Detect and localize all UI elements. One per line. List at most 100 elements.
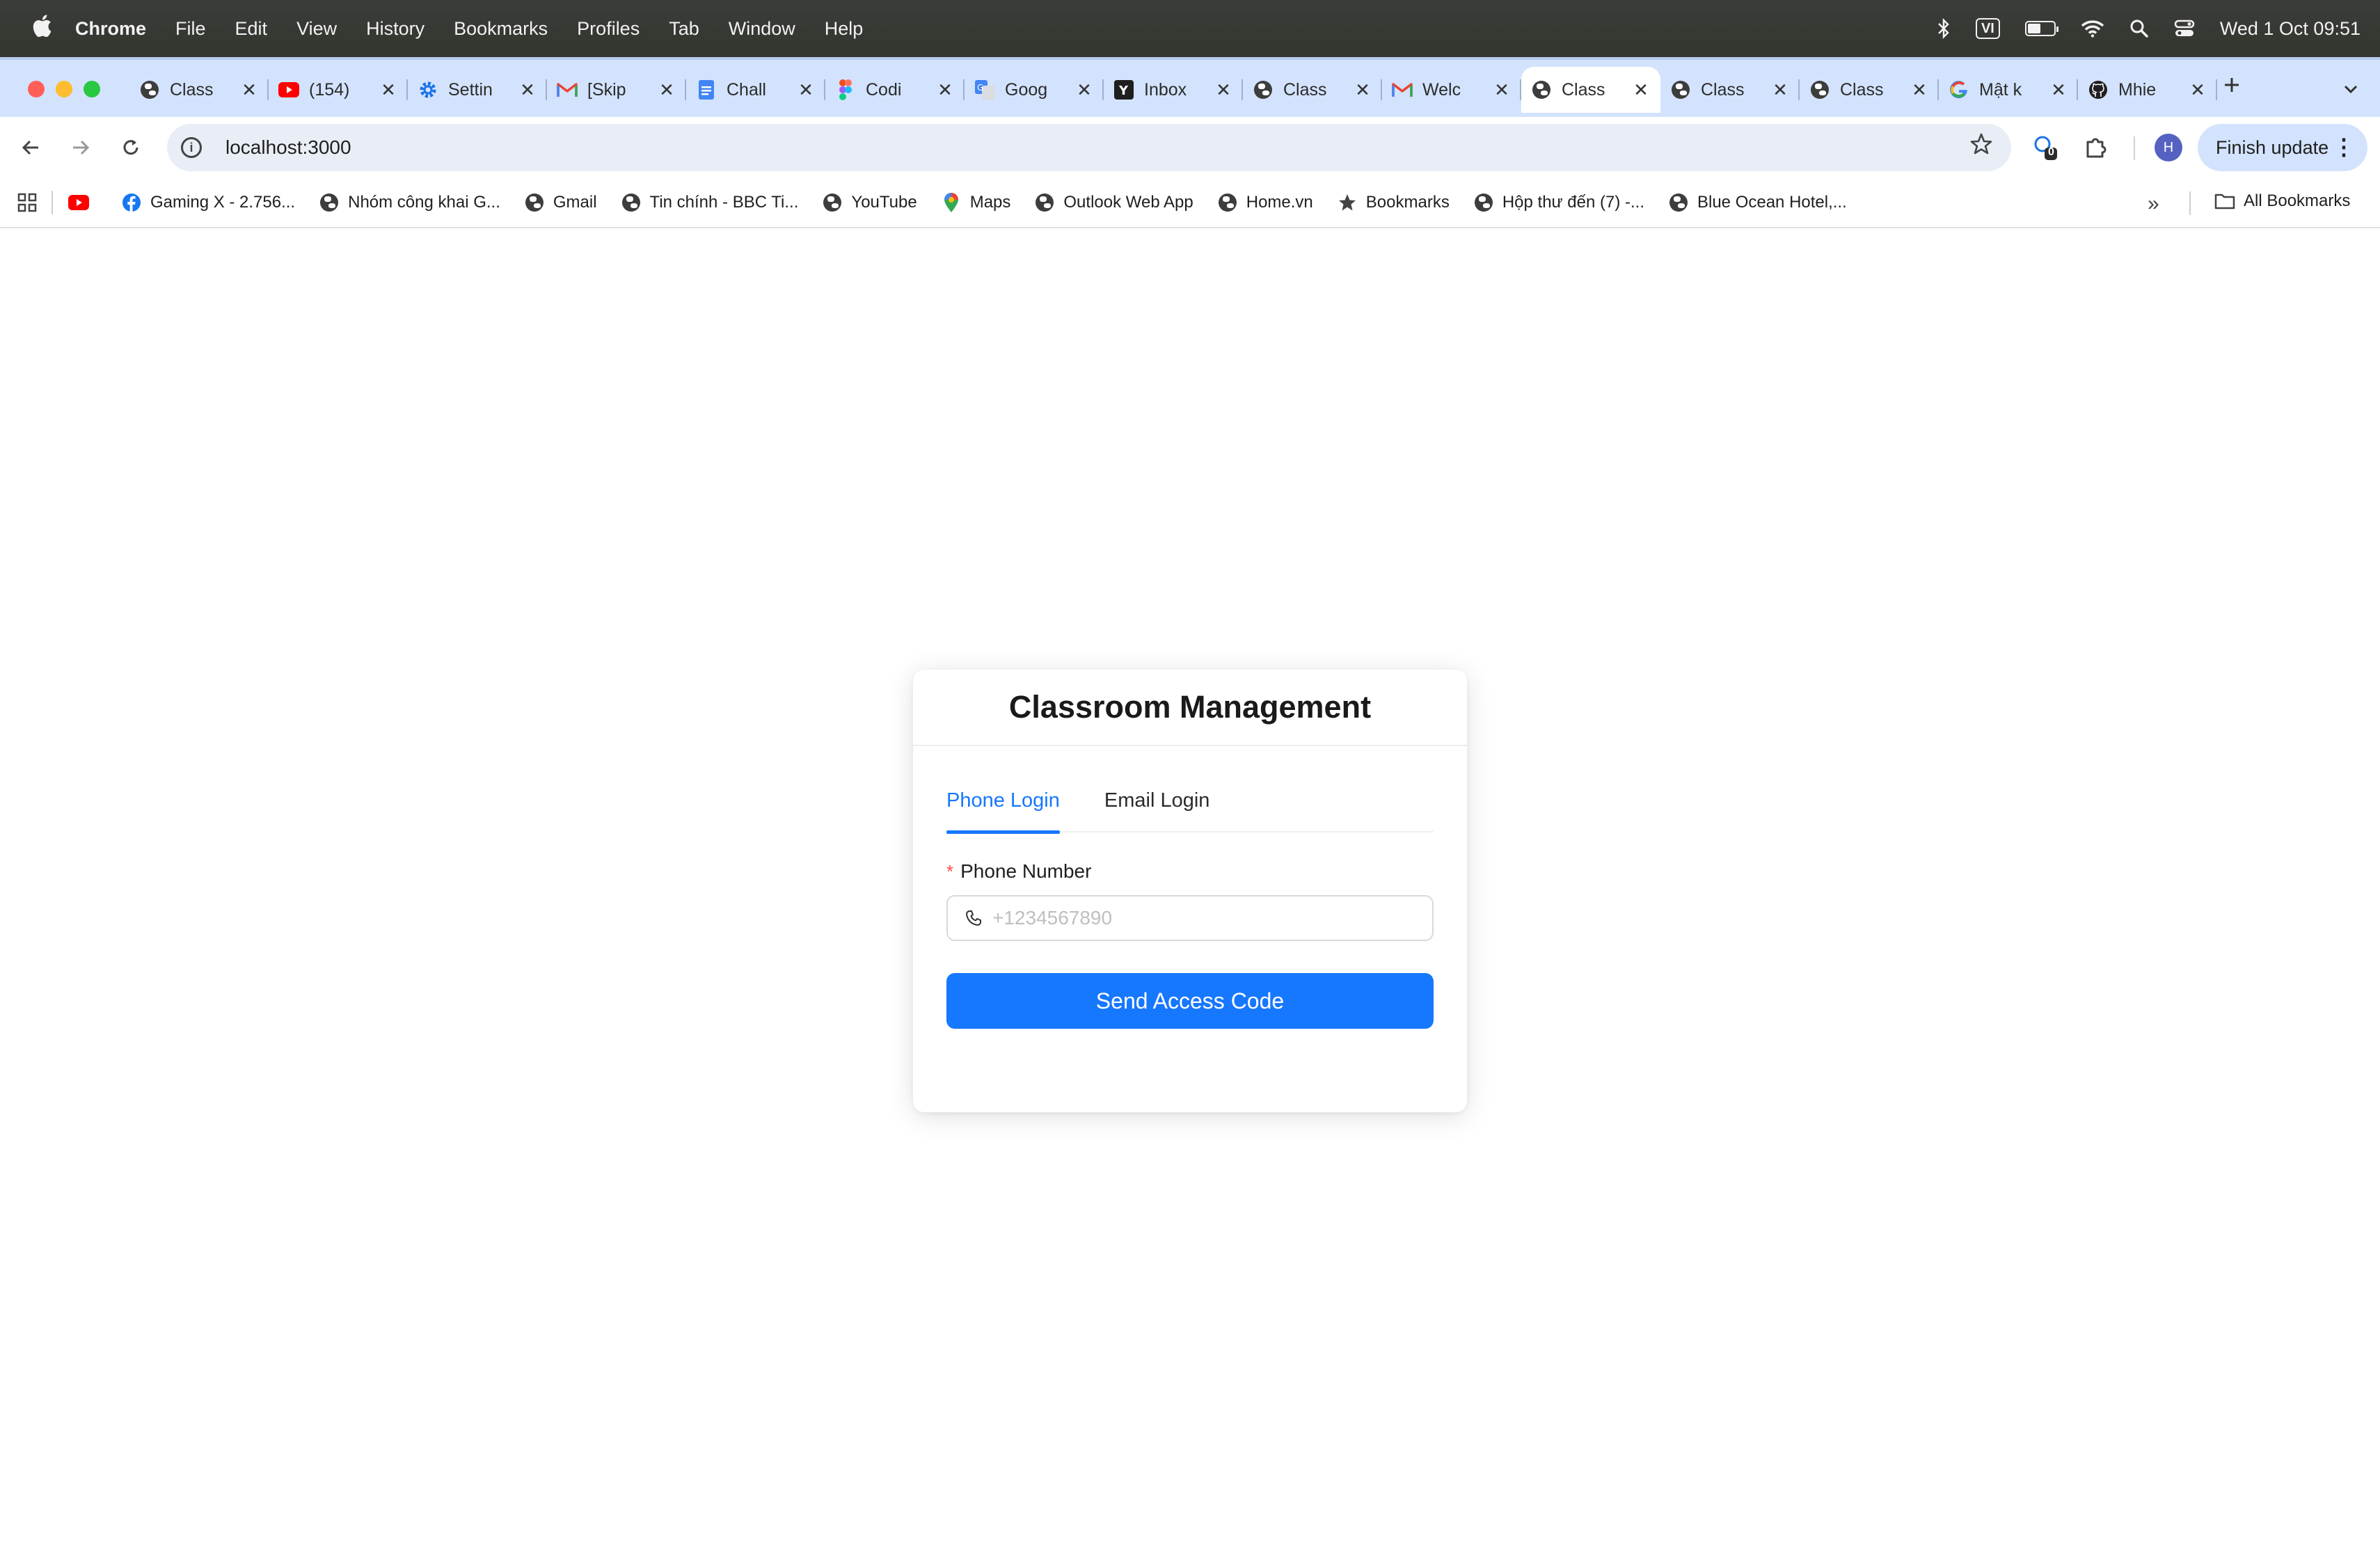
close-tab-icon[interactable]: ✕ (239, 79, 259, 101)
bookmark-star-icon[interactable] (1969, 132, 1993, 163)
apps-grid-icon[interactable] (17, 192, 38, 213)
figma-icon (835, 79, 856, 100)
tab-email-login[interactable]: Email Login (1104, 782, 1210, 832)
bookmark-item[interactable]: Hộp thư đến (7) -... (1473, 192, 1644, 213)
close-tab-icon[interactable]: ✕ (1353, 79, 1372, 101)
tab-search-chevron-icon[interactable] (2337, 75, 2365, 103)
close-tab-icon[interactable]: ✕ (2188, 79, 2207, 101)
battery-icon[interactable] (2024, 21, 2058, 36)
bluetooth-icon[interactable] (1937, 18, 1951, 39)
bookmark-item[interactable]: YouTube (822, 192, 917, 213)
close-tab-icon[interactable]: ✕ (796, 79, 816, 101)
extension-badge-count: 0 (2048, 146, 2054, 158)
menu-history[interactable]: History (366, 18, 425, 40)
input-source-indicator[interactable]: VI (1975, 18, 2000, 39)
browser-tab[interactable]: Chall ✕ (686, 67, 825, 113)
close-tab-icon[interactable]: ✕ (1631, 79, 1651, 101)
send-access-code-button[interactable]: Send Access Code (946, 973, 1434, 1029)
bookmark-item[interactable] (68, 192, 97, 213)
browser-tab[interactable]: Welc ✕ (1382, 67, 1521, 113)
more-menu-icon[interactable]: ⋮ (2333, 134, 2355, 160)
facebook-icon (121, 192, 142, 213)
address-url[interactable]: localhost:3000 (225, 136, 351, 159)
close-tab-icon[interactable]: ✕ (379, 79, 398, 101)
more-bookmarks-chevron-icon[interactable]: » (2148, 192, 2159, 216)
bookmark-item[interactable]: Gmail (524, 192, 597, 213)
star-icon (1337, 192, 1358, 213)
tab-active[interactable]: Class ✕ (1521, 67, 1660, 113)
tab-title: [Skip (587, 79, 626, 100)
close-window-button[interactable] (28, 81, 45, 97)
browser-tab[interactable]: Class ✕ (1800, 67, 1939, 113)
browser-tab[interactable]: Mhie ✕ (2078, 67, 2217, 113)
bookmark-item[interactable]: Outlook Web App (1034, 192, 1193, 213)
close-tab-icon[interactable]: ✕ (1770, 79, 1790, 101)
bookmark-item[interactable]: Maps (941, 192, 1010, 213)
phone-number-input[interactable] (992, 907, 1410, 929)
bookmarks-divider-right (2189, 191, 2191, 215)
close-tab-icon[interactable]: ✕ (1214, 79, 1233, 101)
bookmarks-divider (51, 191, 53, 214)
tab-separator (2216, 79, 2217, 100)
bookmark-item[interactable]: Home.vn (1217, 192, 1313, 213)
tab-title: Codi (866, 79, 902, 100)
browser-tab[interactable]: Mật k ✕ (1939, 67, 2078, 113)
reload-icon[interactable] (116, 132, 146, 163)
close-tab-icon[interactable]: ✕ (2049, 79, 2068, 101)
menu-bookmarks[interactable]: Bookmarks (454, 18, 548, 40)
browser-tab[interactable]: Y Inbox ✕ (1104, 67, 1243, 113)
browser-tab[interactable]: Class ✕ (1243, 67, 1382, 113)
menu-app-name[interactable]: Chrome (75, 18, 146, 40)
tab-list: Class ✕ (154) ✕ Settin ✕ [Skip ✕ Chall ✕ Codi ✕ G Goo… (129, 67, 2217, 113)
forward-arrow-icon[interactable] (65, 132, 96, 163)
bookmark-item[interactable]: Nhóm công khai G... (319, 192, 500, 213)
minimize-window-button[interactable] (56, 81, 72, 97)
menu-tab[interactable]: Tab (669, 18, 699, 40)
zoom-window-button[interactable] (84, 81, 100, 97)
control-center-icon[interactable] (2174, 19, 2195, 38)
close-tab-icon[interactable]: ✕ (1910, 79, 1929, 101)
menu-file[interactable]: File (175, 18, 206, 40)
extension-badge-icon[interactable]: 0 (2029, 132, 2060, 163)
finish-update-button[interactable]: Finish update ⋮ (2198, 124, 2367, 171)
phone-input-wrapper[interactable] (946, 895, 1434, 941)
browser-tab[interactable]: (154) ✕ (269, 67, 408, 113)
profile-avatar[interactable]: H (2153, 132, 2184, 163)
close-tab-icon[interactable]: ✕ (518, 79, 537, 101)
close-tab-icon[interactable]: ✕ (1492, 79, 1512, 101)
browser-tab[interactable]: Codi ✕ (825, 67, 965, 113)
browser-tab[interactable]: [Skip ✕ (547, 67, 686, 113)
bookmark-item[interactable]: Bookmarks (1337, 192, 1450, 213)
close-tab-icon[interactable]: ✕ (935, 79, 955, 101)
tab-phone-login[interactable]: Phone Login (946, 782, 1060, 834)
bookmark-item[interactable]: Tin chính - BBC Ti... (621, 192, 798, 213)
browser-tab[interactable]: Class ✕ (1660, 67, 1800, 113)
menu-profiles[interactable]: Profiles (577, 18, 640, 40)
bookmark-item[interactable]: Blue Ocean Hotel,... (1668, 192, 1847, 213)
menubar-clock[interactable]: Wed 1 Oct 09:51 (2220, 18, 2361, 40)
close-tab-icon[interactable]: ✕ (657, 79, 676, 101)
site-info-icon[interactable]: i (181, 137, 202, 158)
bookmark-label: Gmail (553, 193, 597, 212)
address-bar[interactable]: i localhost:3000 (167, 124, 2011, 171)
new-tab-button[interactable] (2221, 72, 2242, 102)
menu-view[interactable]: View (296, 18, 337, 40)
tab-title: Class (170, 79, 214, 100)
wifi-icon[interactable] (2081, 19, 2104, 38)
menu-help[interactable]: Help (825, 18, 864, 40)
bookmark-label: Nhóm công khai G... (348, 193, 500, 212)
browser-tab[interactable]: Settin ✕ (408, 67, 547, 113)
browser-tab[interactable]: G Goog ✕ (965, 67, 1104, 113)
close-tab-icon[interactable]: ✕ (1074, 79, 1094, 101)
menu-edit[interactable]: Edit (235, 18, 268, 40)
bookmark-label: Outlook Web App (1063, 193, 1193, 212)
browser-tab[interactable]: Class ✕ (129, 67, 269, 113)
bookmark-item[interactable]: Gaming X - 2.756... (121, 192, 295, 213)
all-bookmarks-folder[interactable]: All Bookmarks (2214, 191, 2350, 212)
extensions-puzzle-icon[interactable] (2081, 132, 2111, 163)
menu-window[interactable]: Window (729, 18, 795, 40)
back-arrow-icon[interactable] (15, 132, 46, 163)
apple-menu-icon[interactable] (28, 14, 56, 44)
spotlight-search-icon[interactable] (2129, 19, 2149, 38)
tab-title: (154) (309, 79, 350, 100)
